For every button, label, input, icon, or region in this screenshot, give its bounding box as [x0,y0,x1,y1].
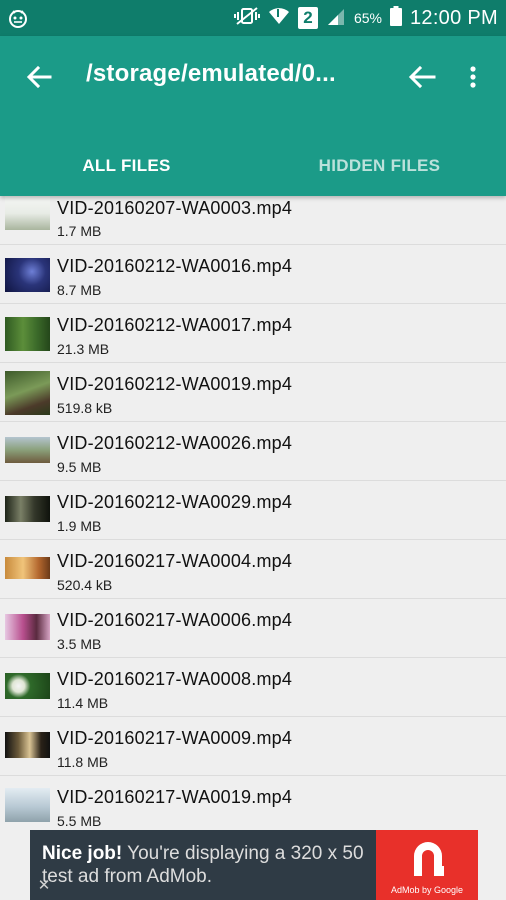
file-size: 8.7 MB [57,282,102,298]
file-size: 21.3 MB [57,341,110,357]
vibrate-icon [233,6,260,30]
list-item[interactable]: VID-20160212-WA0019.mp4 519.8 kB [0,363,506,422]
ad-headline: Nice job! [42,843,123,864]
video-thumbnail [5,196,50,230]
list-item[interactable]: VID-20160212-WA0029.mp4 1.9 MB [0,481,506,540]
battery-icon [389,6,402,30]
list-item[interactable]: VID-20160217-WA0006.mp4 3.5 MB [0,599,506,658]
signal-icon [326,7,346,29]
video-thumbnail [5,437,50,463]
file-name: VID-20160217-WA0009.mp4 [57,728,293,748]
file-name: VID-20160217-WA0004.mp4 [57,551,293,571]
navigate-up-icon[interactable] [402,58,442,96]
ad-text: Nice job! You're displaying a 320 x 50 t… [42,842,377,888]
file-size: 5.5 MB [57,813,102,829]
list-item[interactable]: VID-20160217-WA0019.mp4 5.5 MB [0,776,506,830]
tab-bar: ALL FILES HIDDEN FILES [0,136,506,196]
file-name: VID-20160217-WA0019.mp4 [57,787,293,807]
list-item[interactable]: VID-20160212-WA0016.mp4 8.7 MB [0,245,506,304]
file-name: VID-20160212-WA0019.mp4 [57,374,293,394]
file-size: 11.4 MB [57,695,109,711]
back-arrow-icon[interactable] [20,58,58,96]
list-item[interactable]: VID-20160212-WA0026.mp4 9.5 MB [0,422,506,481]
video-thumbnail [5,258,50,292]
status-bar: 2 65% 12:00 PM [0,0,506,36]
file-name: VID-20160212-WA0029.mp4 [57,492,293,512]
clock: 12:00 PM [409,6,498,29]
tab-all-files[interactable]: ALL FILES [0,136,253,196]
ad-brand-label: AdMob by Google [390,885,464,895]
video-thumbnail [5,557,50,579]
list-item[interactable]: VID-20160212-WA0017.mp4 21.3 MB [0,304,506,363]
file-name: VID-20160212-WA0016.mp4 [57,256,293,276]
file-name: VID-20160207-WA0003.mp4 [57,198,293,218]
overflow-menu-icon[interactable] [458,58,488,96]
ad-banner[interactable]: Nice job! You're displaying a 320 x 50 t… [30,830,478,900]
current-path: /storage/emulated/0... [86,60,336,87]
android-debug-icon [6,6,30,30]
list-item[interactable]: VID-20160217-WA0008.mp4 11.4 MB [0,658,506,717]
video-thumbnail [5,673,50,699]
battery-percent: 65% [353,10,382,26]
file-name: VID-20160217-WA0008.mp4 [57,669,293,689]
ad-close-button[interactable]: ✕ [35,877,53,895]
file-list: VID-20160207-WA0003.mp4 1.7 MB VID-20160… [0,196,506,830]
wifi-icon [268,6,290,30]
list-item[interactable]: VID-20160207-WA0003.mp4 1.7 MB [0,196,506,245]
admob-logo: AdMob by Google [376,830,478,900]
list-item[interactable]: VID-20160217-WA0009.mp4 11.8 MB [0,717,506,776]
video-thumbnail [5,732,50,758]
file-size: 520.4 kB [57,577,113,593]
video-thumbnail [5,496,50,522]
video-thumbnail [5,317,50,351]
tab-hidden-files[interactable]: HIDDEN FILES [253,136,506,196]
sim-badge: 2 [297,7,318,29]
file-name: VID-20160217-WA0006.mp4 [57,610,293,630]
file-size: 519.8 kB [57,400,113,416]
file-name: VID-20160212-WA0017.mp4 [57,315,293,335]
file-size: 11.8 MB [57,754,109,770]
file-size: 9.5 MB [57,459,102,475]
video-thumbnail [5,371,50,415]
file-size: 3.5 MB [57,636,102,652]
list-item[interactable]: VID-20160217-WA0004.mp4 520.4 kB [0,540,506,599]
file-size: 1.7 MB [57,223,102,239]
app-toolbar: /storage/emulated/0... ALL FILES HIDDEN … [0,36,506,196]
admob-icon [406,836,450,880]
video-thumbnail [5,788,50,822]
file-name: VID-20160212-WA0026.mp4 [57,433,293,453]
video-thumbnail [5,614,50,640]
file-size: 1.9 MB [57,518,102,534]
